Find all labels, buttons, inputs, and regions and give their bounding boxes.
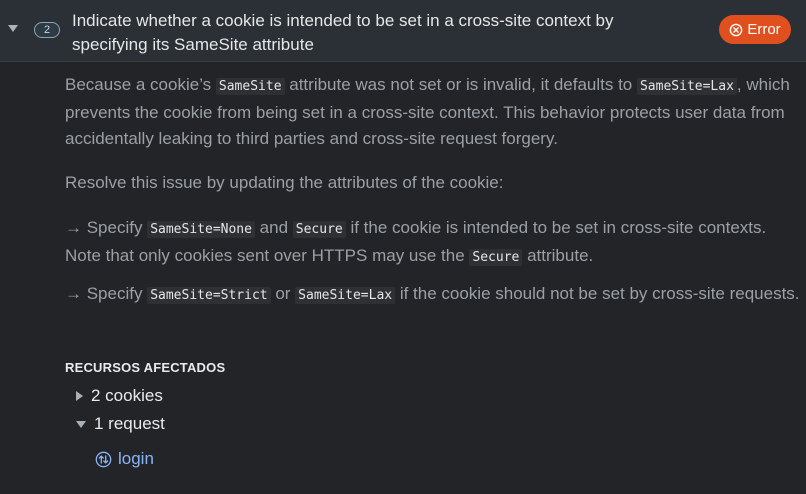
code-secure: Secure bbox=[469, 249, 523, 266]
request-link-label[interactable]: login bbox=[118, 449, 154, 469]
chevron-down-icon[interactable] bbox=[8, 25, 18, 32]
code-secure: Secure bbox=[292, 221, 346, 238]
text: attribute. bbox=[522, 246, 594, 265]
code-samesite-strict: SameSite=Strict bbox=[147, 287, 271, 304]
text: → Specify bbox=[65, 218, 148, 237]
suggestion-strict-lax: → Specify SameSite=Strict or SameSite=La… bbox=[65, 281, 800, 309]
error-badge-label: Error bbox=[747, 21, 781, 38]
affected-resources-heading: RECURSOS AFECTADOS bbox=[65, 360, 226, 375]
tree-item-label: 2 cookies bbox=[91, 386, 163, 405]
request-link-login[interactable]: login bbox=[95, 448, 154, 470]
issue-title: Indicate whether a cookie is intended to… bbox=[72, 11, 614, 54]
code-samesite-none: SameSite=None bbox=[147, 221, 255, 238]
triangle-right-icon[interactable] bbox=[76, 391, 83, 401]
error-circle-icon bbox=[730, 23, 743, 36]
issue-details: Because a cookie’s SameSite attribute wa… bbox=[0, 62, 806, 494]
tree-item-cookies[interactable]: 2 cookies bbox=[76, 385, 163, 407]
text: or bbox=[270, 284, 296, 303]
suggestion-none-secure: → Specify SameSite=None and Secure if th… bbox=[65, 215, 800, 271]
tree-item-requests[interactable]: 1 request bbox=[76, 413, 165, 435]
text: attribute was not set or is invalid, it … bbox=[284, 75, 637, 94]
tree-item-label: 1 request bbox=[94, 414, 165, 433]
error-badge: Error bbox=[719, 15, 791, 44]
text: → Specify bbox=[65, 284, 148, 303]
triangle-down-icon[interactable] bbox=[76, 420, 86, 428]
code-samesite-lax: SameSite=Lax bbox=[636, 78, 737, 95]
resolve-instruction: Resolve this issue by updating the attri… bbox=[65, 173, 504, 192]
text: Because a cookie’s bbox=[65, 75, 216, 94]
network-request-icon bbox=[95, 451, 112, 467]
issue-description: Because a cookie’s SameSite attribute wa… bbox=[65, 72, 800, 152]
text: and bbox=[254, 218, 293, 237]
issue-count-badge: 2 bbox=[34, 22, 60, 38]
issue-header[interactable]: 2 Indicate whether a cookie is intended … bbox=[0, 0, 806, 62]
code-samesite-lax: SameSite=Lax bbox=[295, 287, 396, 304]
code-samesite: SameSite bbox=[215, 78, 285, 95]
text: if the cookie should not be set by cross… bbox=[395, 284, 800, 303]
